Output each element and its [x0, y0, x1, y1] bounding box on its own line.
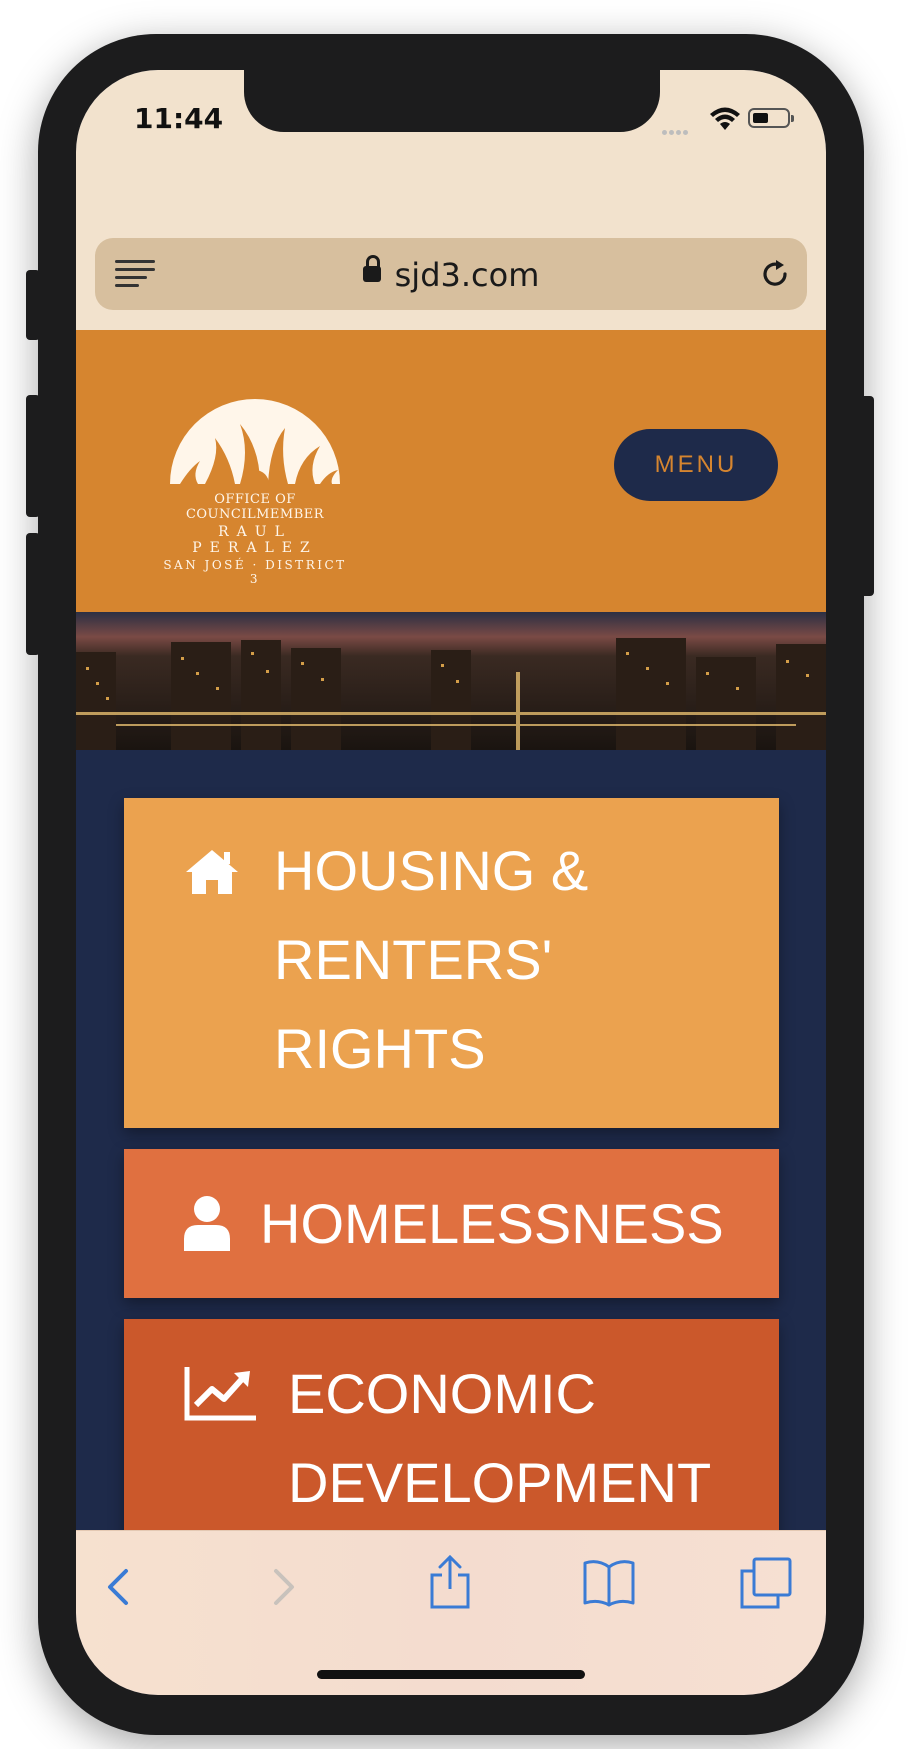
card-homelessness[interactable]: HOMELESSNESS	[124, 1149, 779, 1298]
notch	[244, 70, 660, 132]
wifi-icon	[710, 107, 740, 130]
sun-logo-icon	[170, 399, 340, 486]
back-icon[interactable]	[106, 1567, 130, 1607]
card-housing-label-line: HOUSING &	[274, 839, 589, 902]
logo-line-office: OFFICE OF COUNCILMEMBER	[185, 492, 325, 522]
side-button-volume-up	[26, 395, 40, 517]
line-chart-icon	[184, 1367, 256, 1421]
url-text: sjd3.com	[394, 256, 540, 294]
bookmarks-icon[interactable]	[582, 1559, 636, 1607]
site-logo[interactable]: OFFICE OF COUNCILMEMBER RAUL PERALEZ SAN…	[160, 386, 350, 586]
home-icon	[186, 850, 238, 894]
card-economic-development-label: ECONOMIC DEVELOPMENT	[288, 1349, 711, 1527]
card-housing[interactable]: HOUSING & RENTERS' RIGHTS	[124, 798, 779, 1128]
card-housing-label-line: RIGHTS	[274, 1017, 486, 1080]
card-homelessness-label-line: HOMELESSNESS	[260, 1192, 724, 1255]
forward-icon[interactable]	[272, 1567, 296, 1607]
card-homelessness-label: HOMELESSNESS	[260, 1179, 724, 1268]
lock-icon	[362, 255, 381, 282]
site-header: OFFICE OF COUNCILMEMBER RAUL PERALEZ SAN…	[76, 330, 826, 612]
reload-icon[interactable]	[757, 256, 793, 292]
card-economic-development-label-line: ECONOMIC	[288, 1362, 596, 1425]
user-icon	[184, 1196, 230, 1251]
browser-address-area: sjd3.com	[76, 170, 826, 331]
logo-line-name: RAUL PERALEZ	[192, 524, 318, 556]
card-housing-label-line: RENTERS'	[274, 928, 553, 991]
side-button-volume-down	[26, 533, 40, 655]
status-time: 11:44	[134, 102, 224, 135]
cellular-signal-icon	[662, 122, 690, 140]
phone-screen: 11:44 sjd3.com OFFICE OF COUNCILMEMBER R…	[76, 70, 826, 1695]
city-skyline-banner	[76, 612, 826, 750]
topics-section: HOUSING & RENTERS' RIGHTS HOMELESSNESS E…	[76, 750, 826, 1639]
url-display[interactable]: sjd3.com	[95, 255, 807, 294]
card-economic-development-label-line: DEVELOPMENT	[288, 1451, 712, 1514]
skyline-image	[76, 612, 826, 750]
status-bar: 11:44	[76, 70, 826, 170]
battery-icon	[748, 108, 794, 128]
menu-button[interactable]: MENU	[614, 429, 778, 501]
url-bar[interactable]: sjd3.com	[95, 238, 807, 310]
logo-line-district: SAN JOSÉ · DISTRICT 3	[163, 558, 347, 586]
tabs-icon[interactable]	[740, 1557, 792, 1609]
card-housing-label: HOUSING & RENTERS' RIGHTS	[274, 826, 588, 1093]
card-economic-development[interactable]: ECONOMIC DEVELOPMENT	[124, 1319, 779, 1558]
home-indicator	[317, 1670, 585, 1679]
side-button-power	[860, 396, 874, 596]
logo-wordmark: OFFICE OF COUNCILMEMBER RAUL PERALEZ SAN…	[160, 492, 350, 586]
share-icon[interactable]	[428, 1555, 472, 1609]
side-button-mute	[26, 270, 40, 340]
